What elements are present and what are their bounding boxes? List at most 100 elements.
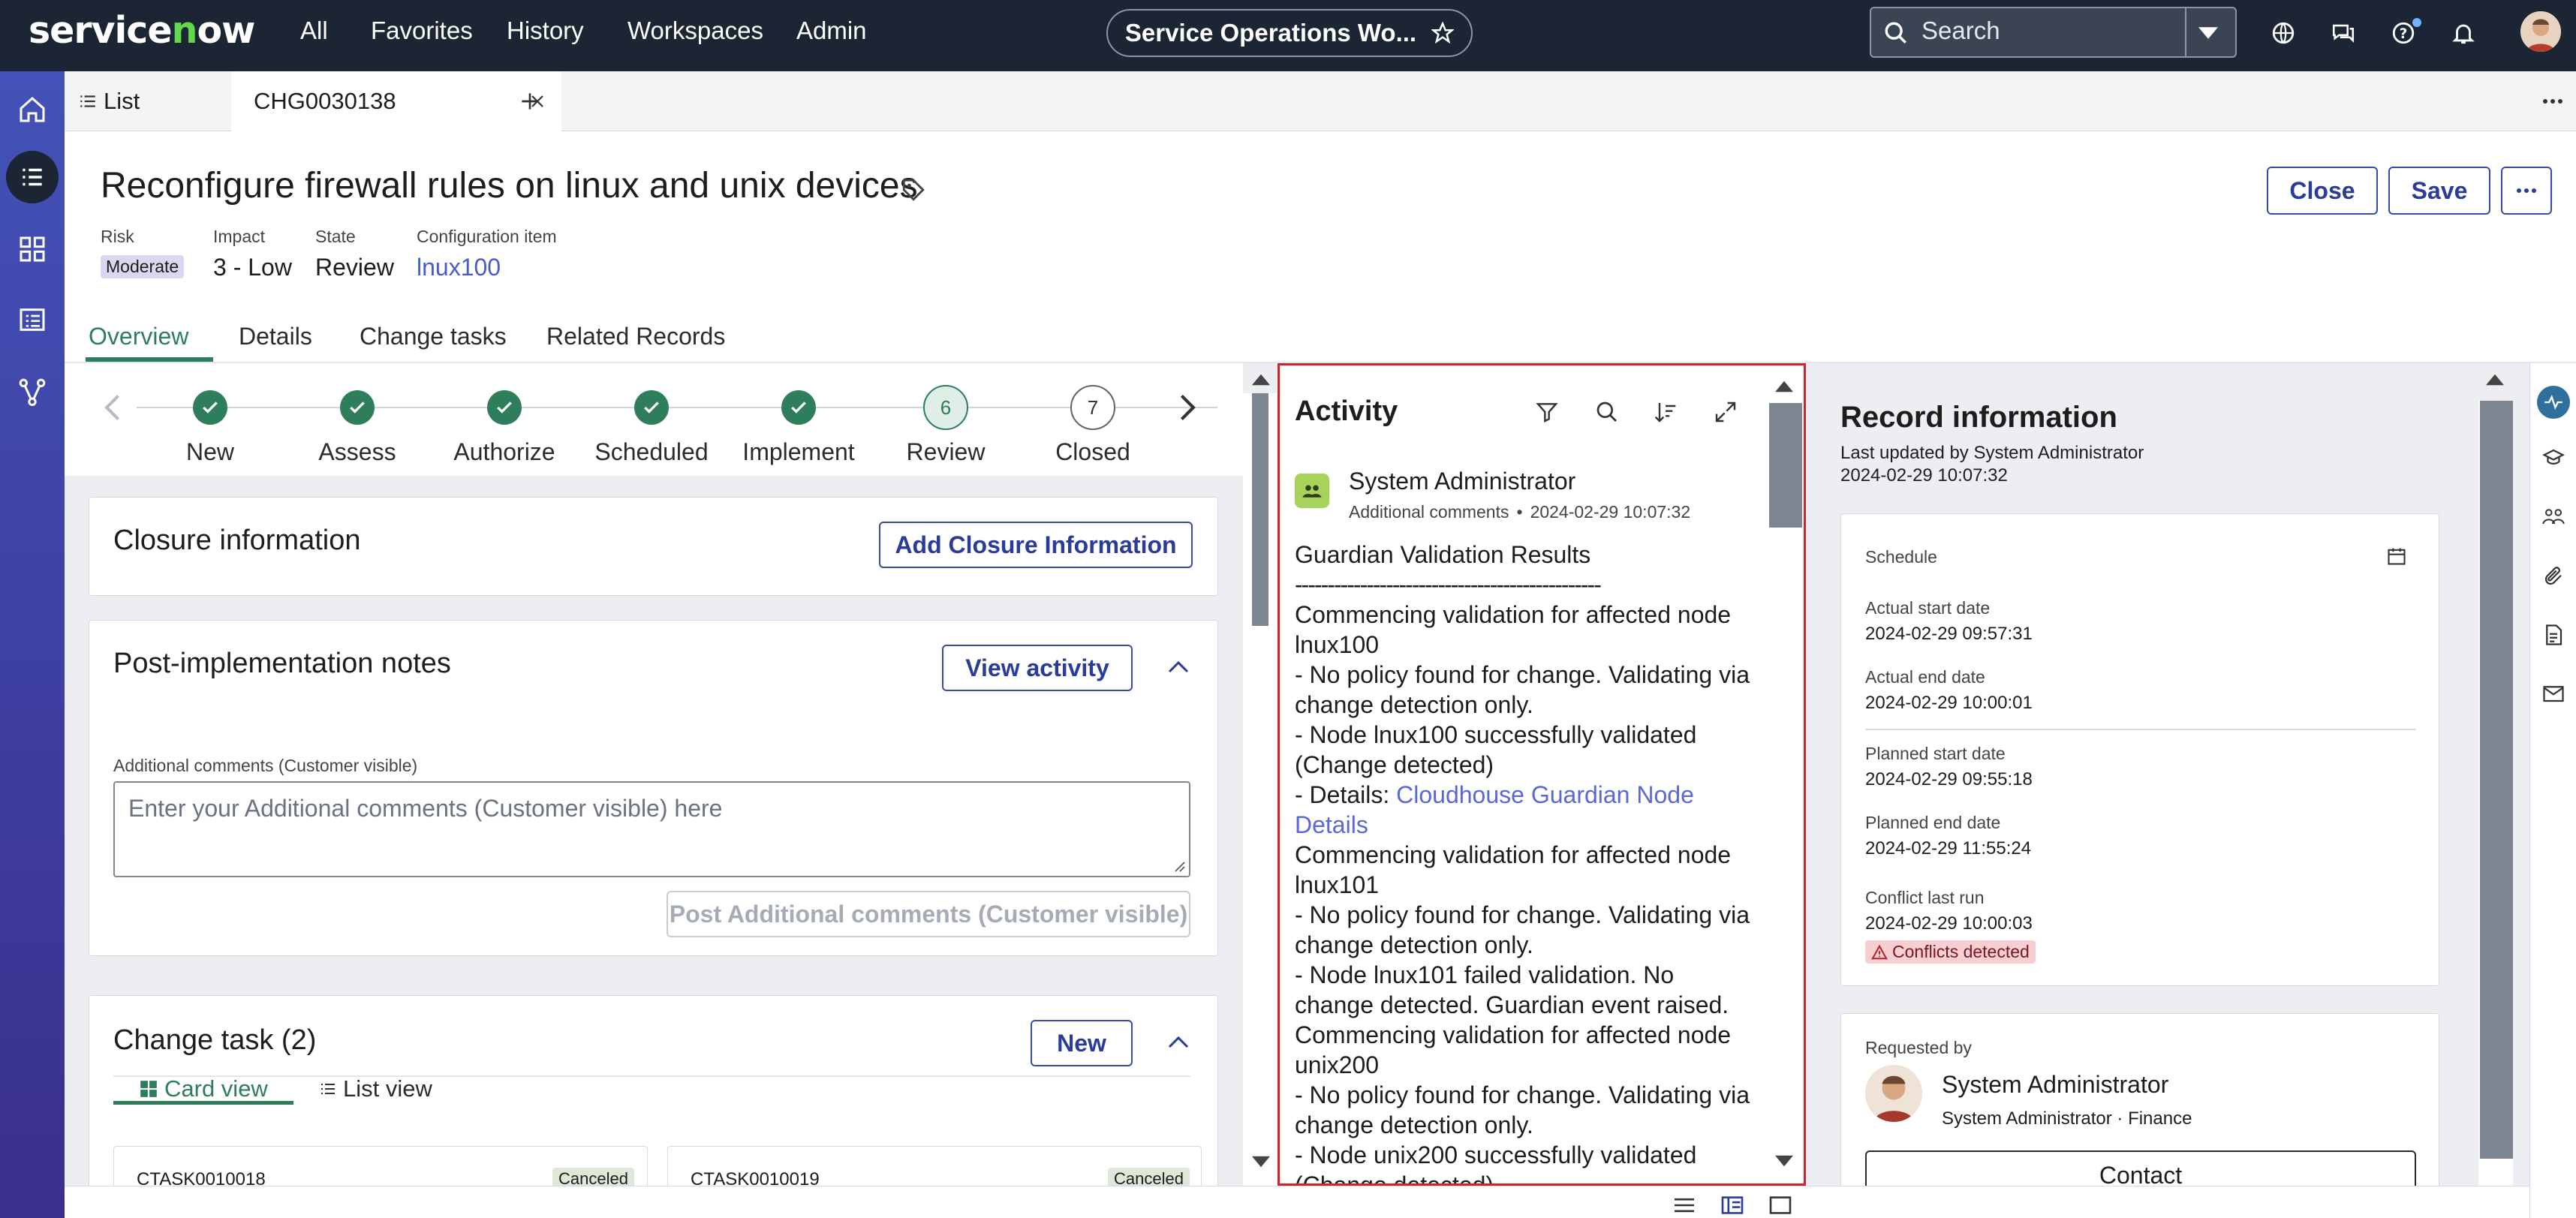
step-assess-indicator[interactable]	[340, 390, 375, 425]
filter-icon[interactable]	[1535, 400, 1559, 424]
guardian-details-link[interactable]: Details	[1295, 810, 1775, 840]
add-tab-icon[interactable]	[518, 89, 542, 113]
calendar-icon[interactable]	[2386, 546, 2407, 567]
comments-textarea[interactable]: Enter your Additional comments (Customer…	[113, 781, 1190, 877]
chevron-right-icon[interactable]	[1178, 393, 1198, 422]
conflict-label: Conflict last run	[1865, 888, 1985, 907]
activity-line: change detection only.	[1295, 931, 1533, 958]
requester-avatar[interactable]	[1865, 1065, 1922, 1122]
nav-admin[interactable]: Admin	[796, 17, 867, 45]
step-review-label: Review	[906, 438, 986, 465]
more-icon[interactable]	[2541, 92, 2564, 110]
search-icon[interactable]	[1595, 400, 1619, 424]
servicenow-logo[interactable]: servicenow	[29, 9, 255, 52]
scroll-up-icon[interactable]	[2486, 374, 2504, 386]
guardian-details-link[interactable]: Cloudhouse Guardian Node	[1396, 781, 1694, 808]
tab-list[interactable]: List	[78, 71, 228, 131]
chevron-left-icon[interactable]	[102, 393, 122, 422]
user-avatar[interactable]	[2520, 11, 2561, 52]
more-actions-button[interactable]	[2501, 167, 2552, 215]
layout-single-icon[interactable]	[1672, 1195, 1696, 1215]
workspace-pill[interactable]: Service Operations Wo...	[1106, 9, 1473, 57]
step-closed-indicator[interactable]: 7	[1070, 385, 1115, 430]
step-new-label: New	[185, 438, 234, 465]
home-icon[interactable]	[6, 83, 59, 136]
scrollbar-thumb[interactable]	[1769, 403, 1802, 528]
step-review-indicator[interactable]: 6	[923, 385, 968, 430]
list-view-label: List view	[343, 1075, 432, 1102]
expand-icon[interactable]	[1714, 400, 1738, 424]
activity-meta: Additional comments • 2024-02-29 10:07:3…	[1349, 502, 1690, 522]
pulse-icon[interactable]	[2537, 386, 2570, 419]
nav-workspaces[interactable]: Workspaces	[627, 17, 763, 45]
nav-favorites[interactable]: Favorites	[371, 17, 473, 45]
people-icon[interactable]	[2541, 504, 2565, 528]
warning-icon	[1871, 944, 1888, 959]
schedule-label: Schedule	[1865, 547, 1937, 567]
risk-label: Risk	[101, 227, 134, 246]
view-activity-button[interactable]: View activity	[942, 645, 1133, 691]
activity-body: Guardian Validation Results ------------…	[1295, 540, 1775, 1183]
post-impl-card: Post-implementation notes View activity …	[89, 620, 1218, 956]
tag-icon[interactable]	[901, 177, 926, 203]
tab-change-tasks[interactable]: Change tasks	[360, 323, 507, 350]
page-title: Reconfigure firewall rules on linux and …	[101, 166, 918, 206]
list-view-tab[interactable]: List view	[319, 1075, 432, 1102]
right-utility-rail	[2529, 363, 2576, 1218]
ci-link[interactable]: lnux100	[417, 254, 501, 281]
step-authorize-indicator[interactable]	[487, 390, 522, 425]
new-task-button[interactable]: New	[1031, 1020, 1133, 1066]
chat-icon[interactable]	[2327, 17, 2360, 50]
scrollbar-thumb[interactable]	[2480, 401, 2513, 1159]
attachment-icon[interactable]	[2541, 564, 2565, 588]
scroll-down-icon[interactable]	[1775, 1155, 1793, 1167]
dashboard-icon[interactable]	[6, 223, 59, 275]
save-button[interactable]: Save	[2388, 167, 2490, 215]
sort-icon[interactable]	[1654, 400, 1678, 424]
chevron-up-icon[interactable]	[1167, 1035, 1190, 1050]
scrollbar-track[interactable]	[1243, 393, 1279, 1189]
tab-record[interactable]: CHG0030138	[231, 71, 561, 131]
activity-scrollbar[interactable]	[1768, 403, 1802, 891]
step-new-indicator[interactable]	[193, 390, 227, 425]
workflow-icon[interactable]	[6, 365, 59, 418]
tab-details[interactable]: Details	[239, 323, 312, 350]
check-icon	[350, 401, 365, 414]
chevron-up-icon[interactable]	[1167, 660, 1190, 675]
tab-overview[interactable]: Overview	[89, 323, 188, 350]
tab-related-records[interactable]: Related Records	[546, 323, 725, 350]
step-scheduled-indicator[interactable]	[634, 390, 669, 425]
chevron-down-icon[interactable]	[2198, 26, 2218, 40]
step-implement-indicator[interactable]	[781, 390, 816, 425]
scroll-up-icon[interactable]	[1252, 374, 1270, 386]
requested-by-label: Requested by	[1865, 1038, 1972, 1057]
scroll-up-icon[interactable]	[1775, 380, 1793, 392]
globe-icon[interactable]	[2267, 17, 2300, 50]
layout-full-icon[interactable]	[1768, 1195, 1792, 1215]
star-icon[interactable]	[1431, 22, 1455, 44]
document-icon[interactable]	[2541, 623, 2565, 647]
add-closure-button[interactable]: Add Closure Information	[879, 522, 1193, 568]
nav-history[interactable]: History	[507, 17, 584, 45]
scroll-down-icon[interactable]	[1252, 1156, 1270, 1168]
nav-all[interactable]: All	[300, 17, 328, 45]
activity-type: Additional comments	[1349, 502, 1509, 522]
knowledge-icon[interactable]	[2541, 446, 2565, 470]
top-navigation-bar: servicenow All Favorites History Workspa…	[0, 0, 2576, 71]
reports-icon[interactable]	[6, 293, 59, 346]
workspace-pill-label: Service Operations Wo...	[1124, 19, 1417, 47]
layout-split-icon[interactable]	[1720, 1195, 1744, 1215]
help-icon[interactable]: ?	[2387, 17, 2421, 50]
bell-icon[interactable]	[2447, 17, 2480, 50]
close-button[interactable]: Close	[2267, 167, 2378, 215]
card-view-tab[interactable]: Card view	[139, 1075, 268, 1102]
ci-label: Configuration item	[417, 227, 557, 246]
record-tab-bar: List CHG0030138	[65, 71, 2576, 131]
post-comment-button[interactable]: Post Additional comments (Customer visib…	[667, 891, 1190, 937]
scrollbar-thumb[interactable]	[1252, 393, 1268, 626]
activity-line: lnux100	[1295, 631, 1380, 658]
list-icon[interactable]	[6, 151, 59, 203]
record-scrollbar[interactable]	[2478, 401, 2513, 1196]
email-icon[interactable]	[2541, 681, 2565, 705]
resize-handle-icon[interactable]	[1171, 858, 1186, 873]
